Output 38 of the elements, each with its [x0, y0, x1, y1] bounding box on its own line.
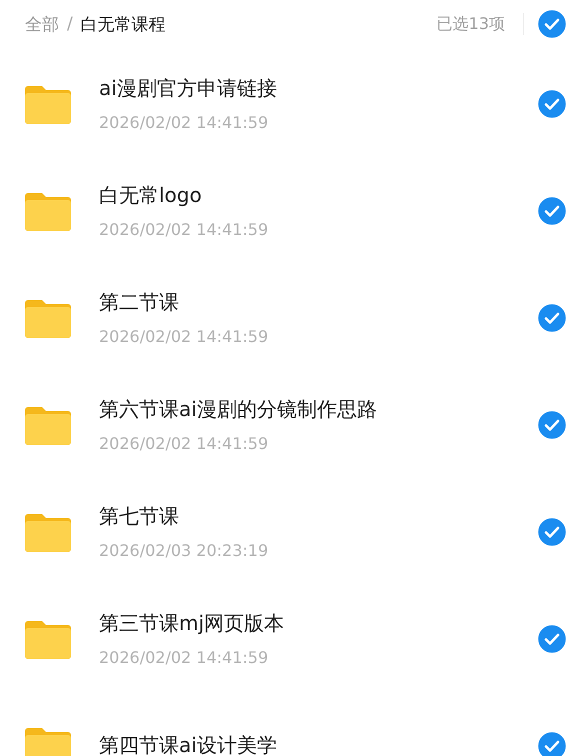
file-row[interactable]: 第四节课ai设计美学: [0, 692, 573, 756]
breadcrumb-item: 白无常课程: [80, 14, 166, 36]
file-name: 第四节课ai设计美学: [99, 732, 278, 756]
file-name: ai漫剧官方申请链接: [99, 75, 278, 102]
file-name: 第七节课: [99, 503, 180, 530]
folder-icon: [25, 512, 71, 552]
file-name: 第六节课ai漫剧的分镜制作思路: [99, 396, 378, 423]
select-all-checkbox[interactable]: [538, 10, 566, 38]
folder-icon: [25, 726, 71, 756]
file-checkbox[interactable]: [538, 90, 566, 118]
file-name: 白无常logo: [99, 182, 203, 209]
folder-icon: [25, 618, 71, 658]
file-row[interactable]: ai漫剧官方申请链接 2026/02/02 14:41:59: [0, 50, 573, 157]
folder-icon: [25, 404, 71, 444]
folder-icon: [25, 190, 71, 230]
file-checkbox[interactable]: [538, 732, 566, 756]
file-row[interactable]: 第二节课 2026/02/02 14:41:59: [0, 264, 573, 371]
file-checkbox[interactable]: [538, 518, 566, 546]
file-checkbox[interactable]: [538, 624, 566, 652]
file-row[interactable]: 第三节课mj网页版本 2026/02/02 14:41:59: [0, 585, 573, 692]
file-name: 第三节课mj网页版本: [99, 610, 286, 637]
file-row[interactable]: 第七节课 2026/02/03 20:23:19: [0, 478, 573, 585]
file-date: 2026/02/03 20:23:19: [99, 541, 270, 560]
file-row[interactable]: 白无常logo 2026/02/02 14:41:59: [0, 157, 573, 264]
file-date: 2026/02/02 14:41:59: [99, 327, 270, 346]
file-date: 2026/02/02 14:41:59: [99, 648, 270, 667]
file-date: 2026/02/02 14:41:59: [99, 220, 270, 239]
file-date: 2026/02/02 14:41:59: [99, 113, 270, 132]
file-name: 第二节课: [99, 289, 180, 316]
file-checkbox[interactable]: [538, 304, 566, 332]
selected-count: 已选13项: [436, 14, 505, 34]
file-checkbox[interactable]: [538, 410, 566, 438]
file-date: 2026/02/02 14:41:59: [99, 434, 270, 453]
folder-icon: [25, 298, 71, 338]
breadcrumb-separator: /: [67, 14, 73, 34]
file-checkbox[interactable]: [538, 196, 566, 224]
folder-icon: [25, 84, 71, 124]
file-row[interactable]: 第六节课ai漫剧的分镜制作思路 2026/02/02 14:41:59: [0, 371, 573, 478]
